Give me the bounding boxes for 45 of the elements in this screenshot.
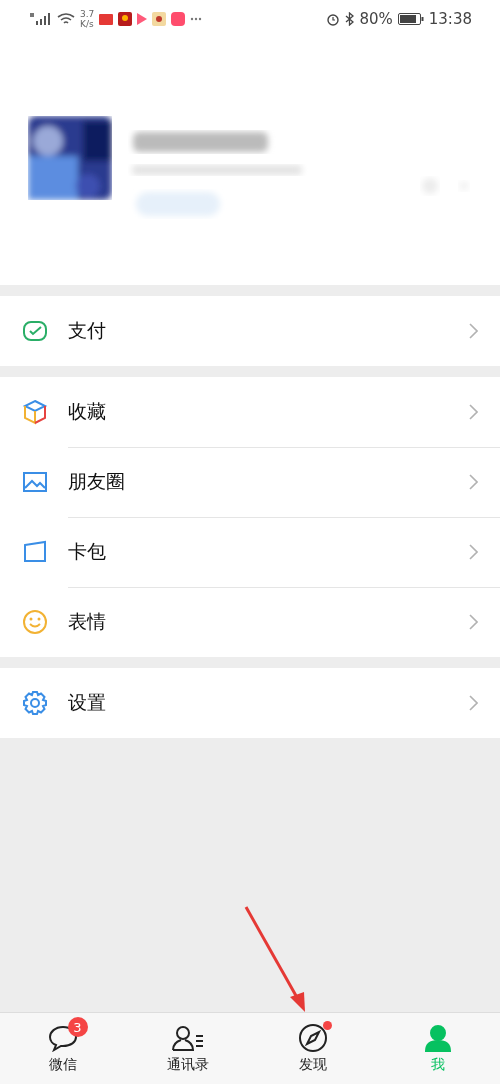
battery-percent: 80%	[359, 10, 393, 28]
menu-label: 卡包	[68, 538, 106, 564]
bluetooth-icon	[345, 12, 355, 26]
menu-label: 设置	[68, 690, 106, 715]
menu-label: 支付	[68, 318, 106, 343]
menu-label: 表情	[68, 609, 106, 634]
settings-icon	[22, 690, 48, 716]
tab[interactable]: 3 微信	[0, 1013, 125, 1084]
battery-icon	[397, 13, 424, 25]
clock: 13:38	[428, 10, 472, 28]
chevron-icon	[469, 323, 478, 339]
chevron-icon	[469, 403, 478, 420]
image-icon	[22, 469, 48, 495]
chevron-icon	[469, 695, 478, 711]
compass-icon	[297, 1023, 328, 1053]
app-icon	[152, 12, 167, 26]
contacts-icon	[170, 1024, 205, 1052]
app-icon	[99, 13, 114, 25]
unread-badge: 3	[67, 1017, 88, 1037]
chevron-icon	[469, 543, 478, 560]
tab[interactable]: 发现	[250, 1013, 375, 1084]
network-speed: 3.7 K/s	[80, 9, 95, 29]
signal-icon	[30, 13, 52, 25]
chevron-icon	[469, 473, 478, 490]
menu-item[interactable]: 收藏	[0, 377, 500, 447]
smiley-icon	[22, 609, 48, 635]
menu-item[interactable]: 支付	[0, 296, 500, 366]
tab[interactable]: 通讯录	[125, 1013, 250, 1084]
cube-icon	[22, 399, 48, 425]
card-icon	[22, 539, 48, 565]
more-icon	[190, 17, 203, 21]
menu-label: 朋友圈	[68, 468, 125, 494]
menu-item[interactable]: 表情	[0, 587, 500, 657]
menu-item[interactable]: 卡包	[0, 517, 500, 587]
wifi-icon	[57, 12, 75, 26]
alarm-icon	[326, 12, 341, 26]
menu-item[interactable]: 设置	[0, 668, 500, 738]
menu-label: 收藏	[68, 398, 106, 424]
play-icon	[137, 13, 148, 25]
app-icon	[118, 12, 133, 26]
chevron-icon	[469, 614, 478, 630]
app-icon	[171, 12, 186, 26]
wallet-icon	[22, 318, 48, 344]
person-icon	[422, 1023, 453, 1053]
menu-item[interactable]: 朋友圈	[0, 447, 500, 517]
